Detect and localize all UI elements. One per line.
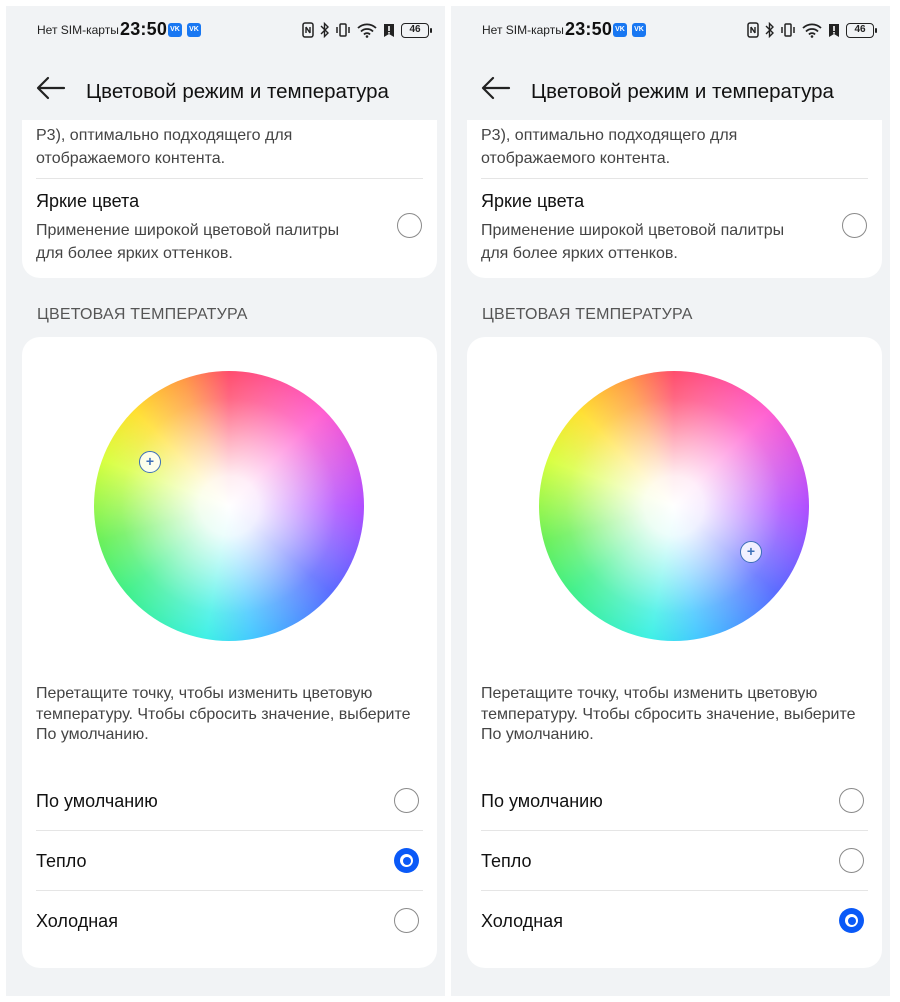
clock: 23:50 bbox=[565, 19, 613, 39]
page-title: Цветовой режим и температура bbox=[86, 80, 389, 103]
hint-text: Перетащите точку, чтобы изменить цветову… bbox=[481, 685, 856, 743]
warm-radio[interactable] bbox=[394, 848, 419, 873]
vibrate-icon bbox=[336, 23, 350, 37]
vibrate-icon bbox=[781, 23, 795, 37]
carrier-text: Нет SIM-карты bbox=[37, 23, 119, 37]
notification-icon bbox=[384, 23, 394, 37]
option-label: По умолчанию bbox=[481, 791, 603, 811]
option-label: Тепло bbox=[36, 851, 87, 871]
option-description-partial: P3), оптимально подходящего для отобража… bbox=[481, 127, 738, 167]
default-radio[interactable] bbox=[839, 788, 864, 813]
phone-screen-right: Нет SIM-карты 23:50 VK VK 46 Цветовой ре… bbox=[451, 6, 890, 996]
color-mode-card: P3), оптимально подходящего для отобража… bbox=[22, 120, 437, 278]
wifi-icon bbox=[802, 23, 822, 38]
color-wheel[interactable]: + bbox=[94, 371, 364, 641]
clock: 23:50 bbox=[120, 19, 168, 39]
vk-icon: VK bbox=[632, 23, 646, 37]
bluetooth-icon bbox=[320, 22, 329, 38]
option-warm[interactable]: Тепло bbox=[36, 831, 423, 890]
status-bar: Нет SIM-карты 23:50 VK VK 46 bbox=[451, 6, 890, 50]
divider bbox=[36, 178, 423, 179]
vivid-colors-title[interactable]: Яркие цвета bbox=[36, 191, 139, 212]
vk-icon: VK bbox=[187, 23, 201, 37]
color-mode-card: P3), оптимально подходящего для отобража… bbox=[467, 120, 882, 278]
option-description-partial: P3), оптимально подходящего для отобража… bbox=[36, 127, 293, 167]
option-default[interactable]: По умолчанию bbox=[36, 771, 423, 830]
option-cold[interactable]: Холодная bbox=[36, 891, 423, 950]
back-arrow-icon[interactable] bbox=[479, 74, 513, 102]
vivid-colors-radio[interactable] bbox=[397, 213, 422, 238]
vk-icon: VK bbox=[168, 23, 182, 37]
color-picker-handle[interactable]: + bbox=[740, 541, 762, 563]
vivid-colors-title[interactable]: Яркие цвета bbox=[481, 191, 584, 212]
phone-screen-left: Нет SIM-карты 23:50 VK VK 46 Цветовой ре… bbox=[6, 6, 445, 996]
section-title: ЦВЕТОВАЯ ТЕМПЕРАТУРА bbox=[37, 306, 248, 323]
option-label: Холодная bbox=[36, 911, 118, 931]
divider bbox=[481, 178, 868, 179]
vivid-colors-description: Применение широкой цветовой палитры для … bbox=[481, 222, 785, 262]
color-picker-handle[interactable]: + bbox=[139, 451, 161, 473]
header: Цветовой режим и температура bbox=[6, 66, 445, 110]
vk-icon: VK bbox=[613, 23, 627, 37]
page-title: Цветовой режим и температура bbox=[531, 80, 834, 103]
carrier-text: Нет SIM-карты bbox=[482, 23, 564, 37]
option-label: По умолчанию bbox=[36, 791, 158, 811]
default-radio[interactable] bbox=[394, 788, 419, 813]
hint-text: Перетащите точку, чтобы изменить цветову… bbox=[36, 685, 411, 743]
back-arrow-icon[interactable] bbox=[34, 74, 68, 102]
option-warm[interactable]: Тепло bbox=[481, 831, 868, 890]
warm-radio[interactable] bbox=[839, 848, 864, 873]
option-cold[interactable]: Холодная bbox=[481, 891, 868, 950]
header: Цветовой режим и температура bbox=[451, 66, 890, 110]
nfc-icon bbox=[747, 22, 759, 38]
vivid-colors-radio[interactable] bbox=[842, 213, 867, 238]
battery-icon: 46 bbox=[401, 22, 432, 38]
status-bar: Нет SIM-карты 23:50 VK VK 46 bbox=[6, 6, 445, 50]
cold-radio[interactable] bbox=[394, 908, 419, 933]
bluetooth-icon bbox=[765, 22, 774, 38]
color-wheel[interactable]: + bbox=[539, 371, 809, 641]
wifi-icon bbox=[357, 23, 377, 38]
option-default[interactable]: По умолчанию bbox=[481, 771, 868, 830]
cold-radio[interactable] bbox=[839, 908, 864, 933]
color-temperature-card: + Перетащите точку, чтобы изменить цвето… bbox=[22, 337, 437, 968]
section-title: ЦВЕТОВАЯ ТЕМПЕРАТУРА bbox=[482, 306, 693, 323]
vivid-colors-description: Применение широкой цветовой палитры для … bbox=[36, 222, 340, 262]
notification-icon bbox=[829, 23, 839, 37]
option-label: Холодная bbox=[481, 911, 563, 931]
color-temperature-card: + Перетащите точку, чтобы изменить цвето… bbox=[467, 337, 882, 968]
battery-icon: 46 bbox=[846, 22, 877, 38]
option-label: Тепло bbox=[481, 851, 532, 871]
nfc-icon bbox=[302, 22, 314, 38]
